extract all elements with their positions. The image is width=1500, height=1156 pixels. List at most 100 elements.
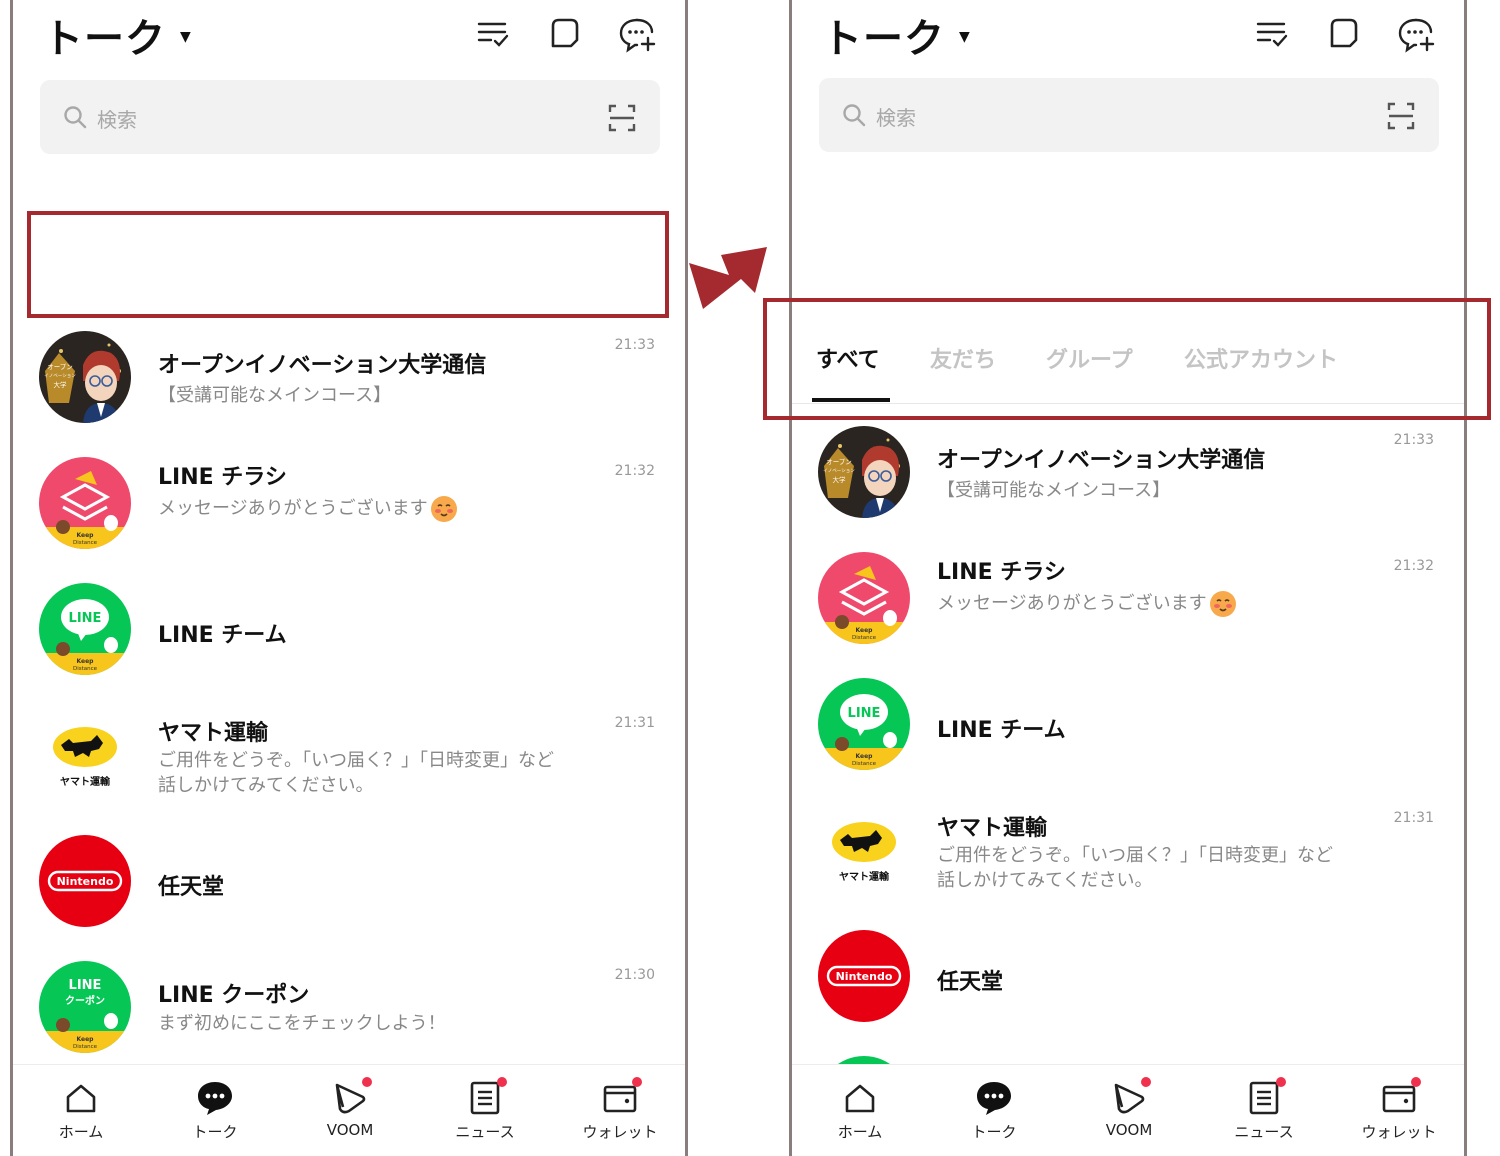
new-chat-icon[interactable]	[1396, 14, 1436, 54]
qr-scan-icon[interactable]	[1387, 102, 1415, 130]
bottom-nav: ホーム トーク VOOM ニュース ウォレット	[792, 1064, 1464, 1156]
chat-item[interactable]: Keep Distance LINE チラシ メッセージありがとうございます 21…	[13, 457, 685, 577]
nav-label: ウォレット	[1361, 1123, 1437, 1141]
chat-message: メッセージありがとうございます	[158, 498, 428, 519]
avatar-line-chirashi: Keep Distance	[39, 457, 131, 549]
chat-message-row: メッセージありがとうございます	[937, 590, 1237, 618]
nav-label: トーク	[192, 1123, 238, 1141]
nav-label: トーク	[971, 1123, 1017, 1141]
chat-message: 【受講可能なメインコース】	[158, 385, 392, 406]
keep-text: Keep	[856, 627, 874, 634]
chat-item[interactable]: LINE Keep Distance LINE チーム	[13, 583, 685, 703]
line-logo-text: LINE	[69, 611, 102, 626]
highlight-tabs-area	[763, 298, 1491, 420]
chat-time: 21:31	[614, 715, 655, 731]
page-title-text: トーク	[43, 16, 166, 62]
notification-badge	[632, 1077, 642, 1087]
nintendo-logo-text: Nintendo	[836, 970, 893, 983]
distance-text: Distance	[73, 540, 98, 546]
nav-news[interactable]: ニュース	[1214, 1077, 1314, 1149]
nav-label: VOOM	[1105, 1121, 1153, 1139]
chat-name: オープンイノベーション大学通信	[937, 448, 1266, 473]
keep-text: Keep	[77, 532, 95, 539]
search-placeholder: 検索	[97, 108, 137, 132]
chevron-down-icon[interactable]: ▼	[180, 29, 192, 45]
avatar-nintendo: Nintendo	[818, 930, 910, 1022]
notification-badge	[1141, 1077, 1151, 1087]
qr-scan-icon[interactable]	[608, 104, 636, 132]
avatar-text-3: 大学	[833, 475, 847, 484]
chat-item[interactable]: Keep Distance LINE チラシ メッセージありがとうございます 21…	[792, 552, 1464, 672]
search-input[interactable]: 検索	[40, 80, 660, 154]
avatar-yamato: ヤマト運輸	[39, 709, 131, 801]
chat-item[interactable]: Nintendo 任天堂	[13, 835, 685, 955]
chat-message: まず初めにここをチェックしよう！	[158, 1013, 446, 1034]
screen-after: トーク ▼ 検索 すべて 友だち グループ 公式アカウント オープン イノベーショ…	[789, 0, 1467, 1156]
chat-item[interactable]: ヤマト運輸 ヤマト運輸 ご用件をどうぞ。「いつ届く？」「日時変更」など 話しかけ…	[792, 804, 1464, 924]
chat-item[interactable]: オープンイノベーション 大学 オープンイノベーション大学通信 【受講可能なメインコ…	[792, 426, 1464, 546]
avatar-text-3: 大学	[54, 380, 68, 389]
nav-voom[interactable]: VOOM	[300, 1077, 400, 1149]
edit-list-icon[interactable]	[1252, 14, 1292, 54]
chat-name: オープンイノベーション大学通信	[158, 353, 487, 378]
notification-badge	[1276, 1077, 1286, 1087]
chat-item[interactable]: オープンイノベーション 大学 オープンイノベーション大学通信 【受講可能なメインコ…	[13, 331, 685, 451]
avatar-text-1: オープン	[47, 363, 73, 371]
distance-text: Distance	[852, 635, 877, 641]
screen-before: トーク ▼ 検索 オープンイノベーション 大学 オープンイノベーション大学通信 【…	[10, 0, 688, 1156]
chat-item[interactable]: LINE クーポン Keep Distance LINE クーポン まず初めにここをチ…	[13, 961, 685, 1081]
page-title-text: トーク	[822, 16, 945, 62]
nav-wallet[interactable]: ウォレット	[1349, 1077, 1449, 1149]
keep-text: Keep	[77, 658, 95, 665]
keep-icon[interactable]	[545, 14, 585, 54]
avatar-nintendo: Nintendo	[39, 835, 131, 927]
home-icon	[66, 1084, 96, 1113]
chat-name: LINE チラシ	[937, 560, 1066, 585]
search-icon	[64, 106, 87, 129]
search-input[interactable]: 検索	[819, 78, 1439, 152]
nav-talk[interactable]: トーク	[944, 1079, 1044, 1149]
chat-name: 任天堂	[937, 970, 1004, 995]
avatar-line-team: LINE Keep Distance	[818, 678, 910, 770]
chat-item[interactable]: LINE Keep Distance LINE チーム	[792, 678, 1464, 798]
nav-label: ニュース	[1234, 1123, 1294, 1141]
chat-message: ご用件をどうぞ。「いつ届く？」「日時変更」など	[937, 845, 1333, 866]
notification-badge	[1411, 1077, 1421, 1087]
coupon-line-text: LINE	[69, 978, 102, 993]
avatar-yamato: ヤマト運輸	[818, 804, 910, 896]
chat-name: LINE チーム	[937, 718, 1066, 743]
chat-item[interactable]: Nintendo 任天堂	[792, 930, 1464, 1050]
nav-wallet[interactable]: ウォレット	[570, 1077, 670, 1149]
bottom-nav: ホーム トーク VOOM ニュース ウォレット	[13, 1064, 685, 1156]
nav-news[interactable]: ニュース	[435, 1077, 535, 1149]
nav-home[interactable]: ホーム	[810, 1079, 910, 1149]
avatar-text-2: イノベーション	[44, 373, 76, 379]
nav-voom[interactable]: VOOM	[1079, 1077, 1179, 1149]
chat-item[interactable]: ヤマト運輸 ヤマト運輸 ご用件をどうぞ。「いつ届く？」「日時変更」など 話しかけ…	[13, 709, 685, 829]
page-title[interactable]: トーク ▼	[822, 6, 971, 64]
distance-text: Distance	[852, 761, 877, 767]
edit-list-icon[interactable]	[473, 14, 513, 54]
chat-time: 21:33	[1393, 432, 1434, 448]
keep-icon[interactable]	[1324, 14, 1364, 54]
new-chat-icon[interactable]	[617, 14, 657, 54]
nintendo-logo-text: Nintendo	[57, 875, 114, 888]
chat-message: 【受講可能なメインコース】	[937, 480, 1171, 501]
chat-name: ヤマト運輸	[158, 721, 269, 746]
chat-time: 21:32	[614, 463, 655, 479]
page-title[interactable]: トーク ▼	[43, 6, 192, 64]
chevron-down-icon[interactable]: ▼	[959, 29, 971, 45]
nav-talk[interactable]: トーク	[165, 1079, 265, 1149]
avatar-text-1: オープン	[826, 458, 852, 466]
avatar-line-coupon: LINE クーポン Keep Distance	[39, 961, 131, 1053]
chat-name: LINE クーポン	[158, 983, 310, 1008]
chat-message: ご用件をどうぞ。「いつ届く？」「日時変更」など	[158, 750, 554, 771]
avatar-open-innovation: オープンイノベーション 大学	[818, 426, 910, 518]
transition-arrow-icon	[689, 247, 767, 309]
avatar-text-2: イノベーション	[823, 468, 855, 474]
chat-time: 21:33	[614, 337, 655, 353]
nav-home[interactable]: ホーム	[31, 1079, 131, 1149]
chat-message-row: メッセージありがとうございます	[158, 495, 458, 523]
notification-badge	[497, 1077, 507, 1087]
coupon-text: クーポン	[65, 994, 105, 1007]
